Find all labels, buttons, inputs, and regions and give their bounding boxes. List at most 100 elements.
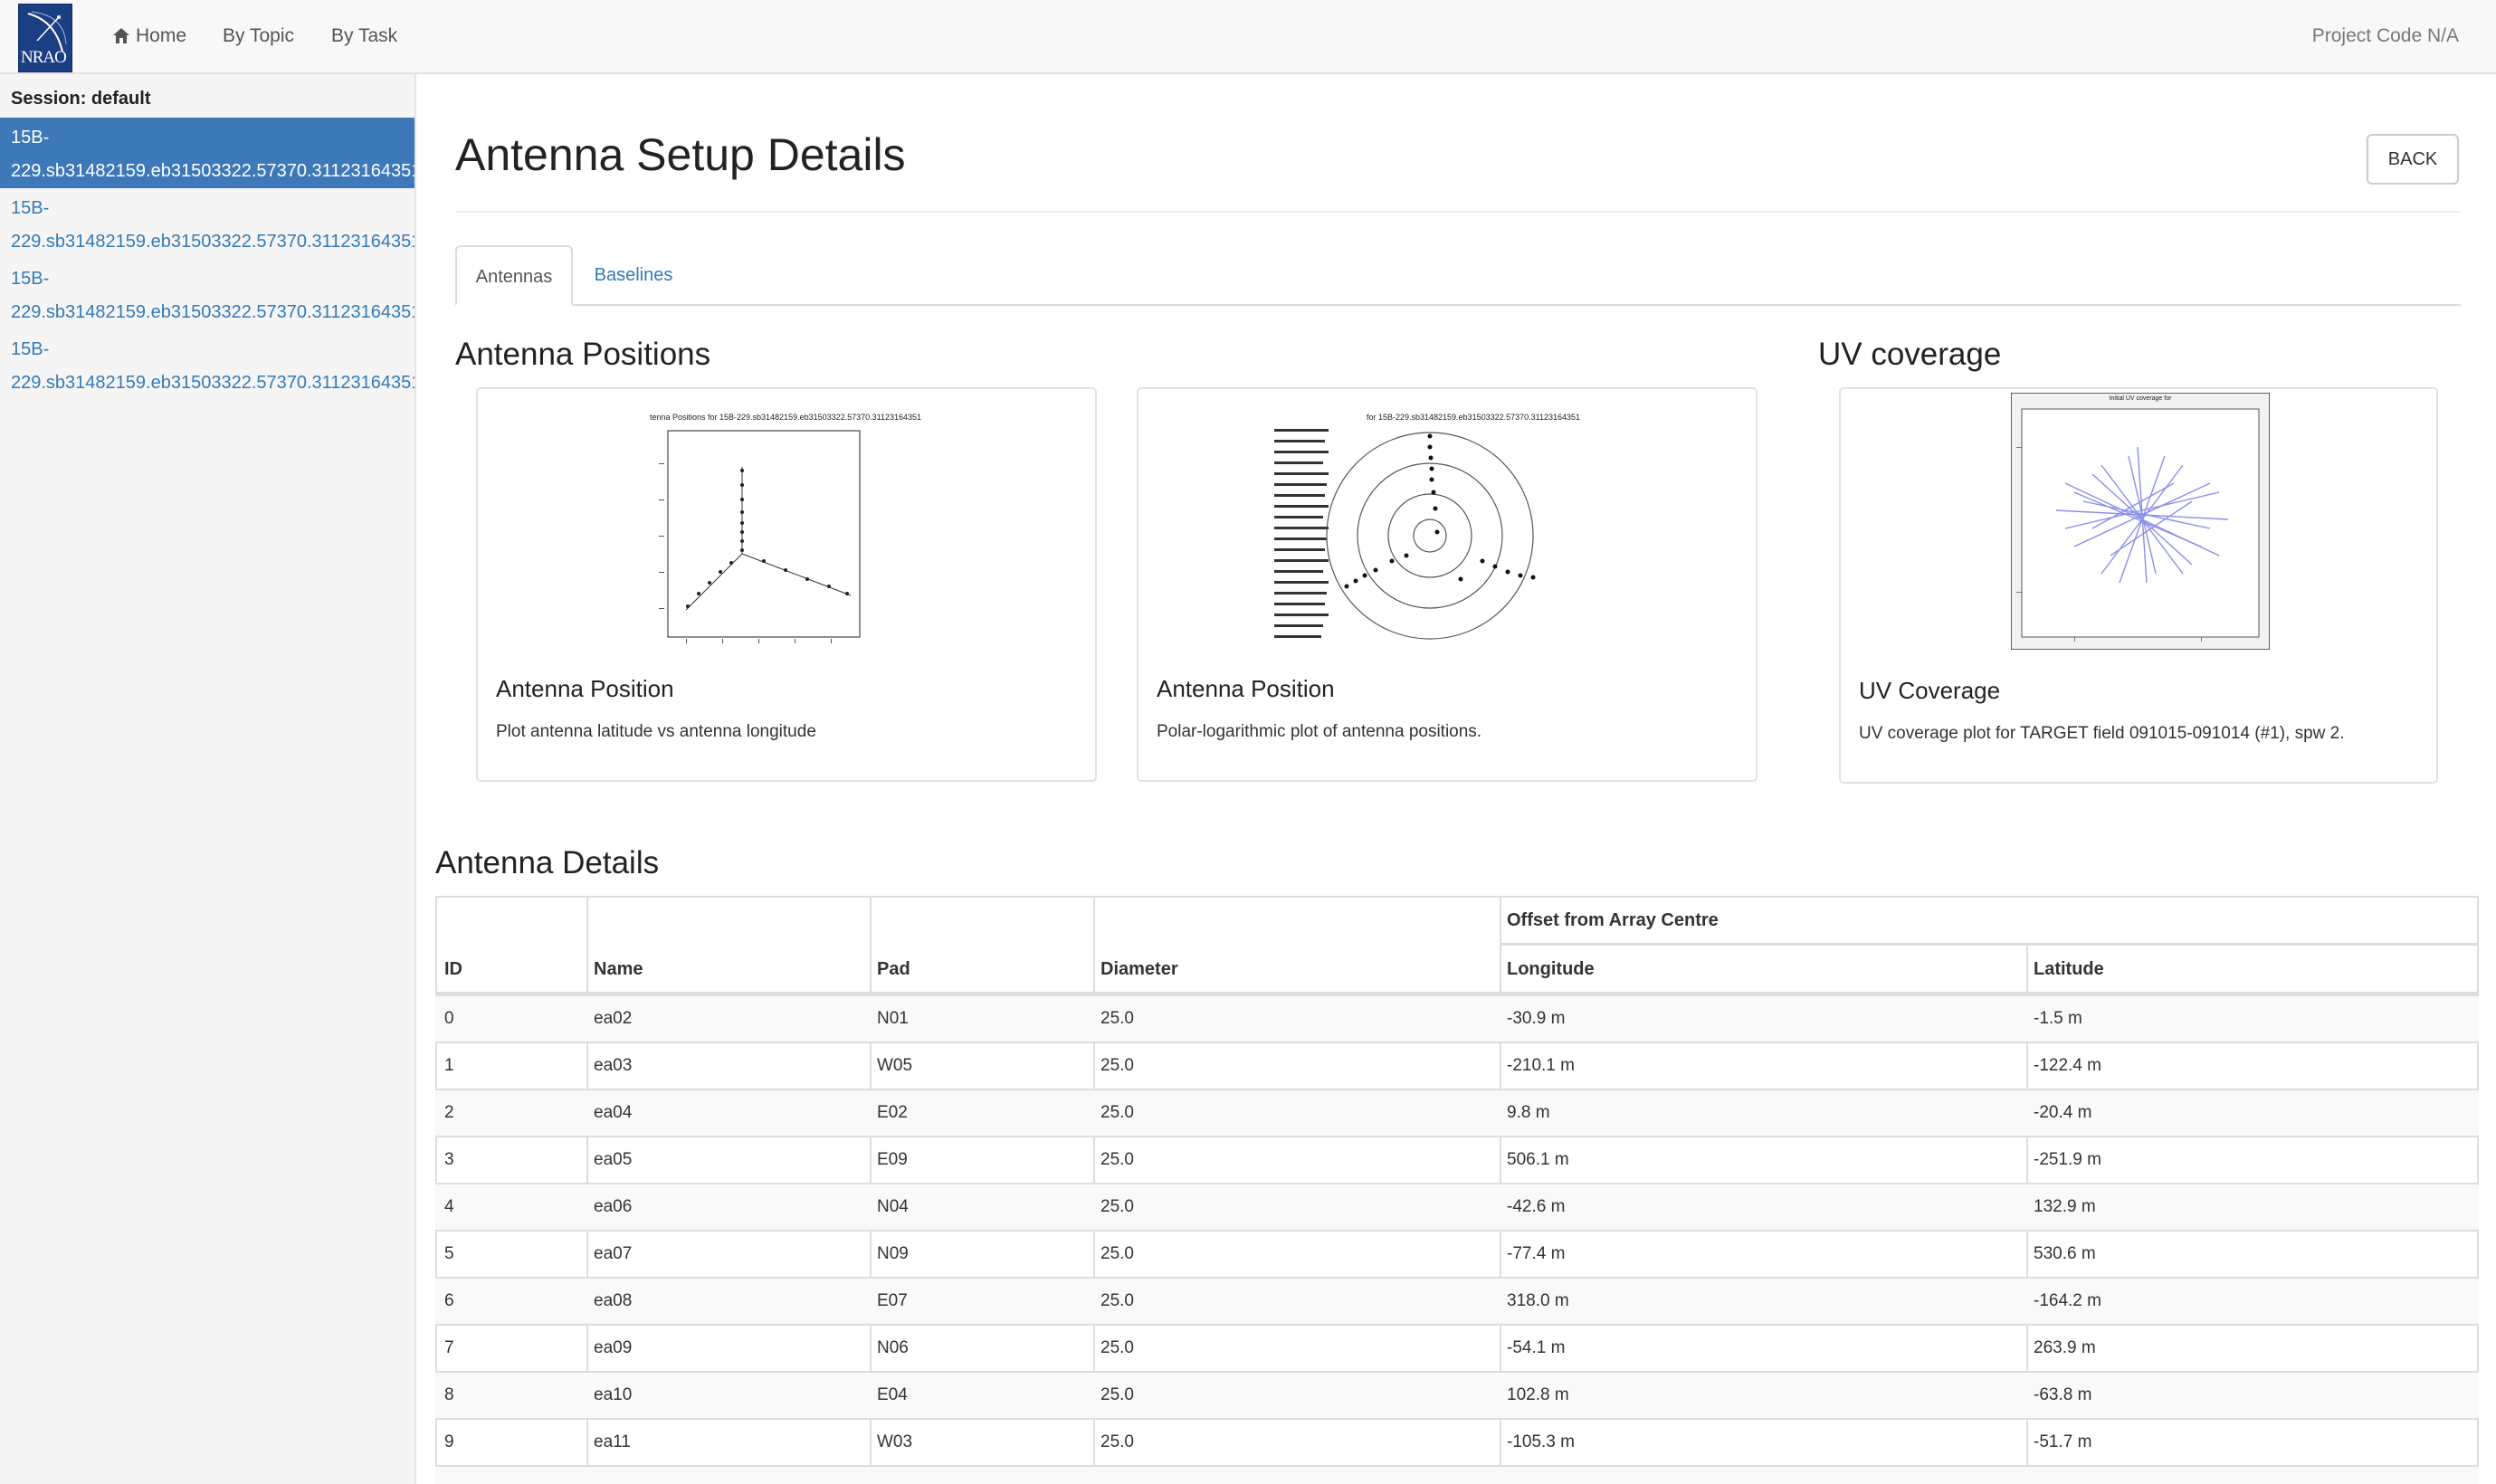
cell-name: ea05: [594, 1150, 633, 1169]
cell-name: ea03: [594, 1056, 633, 1075]
cell-diameter: 25.0: [1100, 1009, 1134, 1028]
cell-name: ea08: [594, 1291, 633, 1310]
cell-diameter: 25.0: [1100, 1338, 1134, 1357]
cell-diameter: 25.0: [1100, 1056, 1134, 1075]
card-description: Polar-logarithmic plot of antenna positi…: [1157, 722, 1482, 741]
cell-name: ea07: [594, 1244, 633, 1263]
sidebar-item-session-4[interactable]: 15B- 229.sb31482159.eb31503322.57370.311…: [0, 329, 414, 400]
column-header-latitude[interactable]: Latitude: [2034, 959, 2104, 980]
cell-longitude: 102.8 m: [1507, 1385, 1569, 1404]
cell-id: 6: [444, 1291, 454, 1310]
antenna-polar-card[interactable]: for 15B-229.sb31482159.eb31503322.57370.…: [1137, 387, 1758, 782]
sidebar-item-line1: 15B-: [11, 269, 50, 289]
column-header-diameter[interactable]: Diameter: [1100, 959, 1178, 980]
table-row: 6 ea08 E07 25.0 318.0 m -164.2 m: [435, 1277, 2479, 1324]
antenna-positions-heading: Antenna Positions: [455, 337, 711, 372]
sidebar-item-line2: 229.sb31482159.eb31503322.57370.31123164…: [11, 302, 414, 322]
sidebar-item-session-1[interactable]: 15B- 229.sb31482159.eb31503322.57370.311…: [0, 118, 414, 188]
nav-home-label: Home: [136, 25, 187, 46]
cell-latitude: -20.4 m: [2034, 1103, 2092, 1122]
cell-diameter: 25.0: [1100, 1385, 1134, 1404]
home-icon: [113, 28, 129, 43]
cell-pad: E09: [877, 1150, 908, 1169]
tab-baselines[interactable]: Baselines: [579, 245, 688, 306]
column-header-name[interactable]: Name: [594, 959, 643, 980]
cell-longitude: 318.0 m: [1507, 1291, 1569, 1310]
sidebar-item-line2: 229.sb31482159.eb31503322.57370.31123164…: [11, 232, 414, 252]
antenna-details-heading: Antenna Details: [435, 845, 660, 880]
cell-diameter: 25.0: [1100, 1150, 1134, 1169]
cell-latitude: -51.7 m: [2034, 1432, 2092, 1451]
cell-name: ea06: [594, 1197, 633, 1216]
cell-diameter: 25.0: [1100, 1103, 1134, 1122]
cell-diameter: 25.0: [1100, 1432, 1134, 1451]
table-row: 7 ea09 N06 25.0 -54.1 m 263.9 m: [435, 1324, 2479, 1371]
card-title: Antenna Position: [1157, 675, 1335, 702]
table-row: 8 ea10 E04 25.0 102.8 m -63.8 m: [435, 1371, 2479, 1418]
card-description: Plot antenna latitude vs antenna longitu…: [496, 722, 816, 741]
cell-id: 8: [444, 1385, 454, 1404]
table-row: 5 ea07 N09 25.0 -77.4 m 530.6 m: [435, 1230, 2479, 1277]
cell-pad: E04: [877, 1385, 908, 1404]
table-row: 9 ea11 W03 25.0 -105.3 m -51.7 m: [435, 1418, 2479, 1465]
card-description: UV coverage plot for TARGET field 091015…: [1859, 724, 2345, 743]
nrao-logo[interactable]: NRAO: [18, 4, 72, 72]
cell-longitude: -210.1 m: [1507, 1056, 1575, 1075]
back-button[interactable]: BACK: [2367, 134, 2459, 185]
cell-name: ea04: [594, 1103, 633, 1122]
cell-latitude: -1.5 m: [2034, 1009, 2082, 1028]
sidebar-item-line1: 15B-: [11, 339, 50, 359]
plot-caption: Initial UV coverage for: [2110, 395, 2173, 402]
cell-id: 7: [444, 1338, 454, 1357]
cell-longitude: -77.4 m: [1507, 1244, 1566, 1263]
column-header-id[interactable]: ID: [444, 959, 462, 980]
uv-coverage-card[interactable]: Initial UV coverage for UV Coverage UV c…: [1839, 387, 2438, 784]
cell-latitude: 132.9 m: [2034, 1197, 2096, 1216]
cell-id: 0: [444, 1009, 454, 1028]
cell-diameter: 25.0: [1100, 1197, 1134, 1216]
cell-name: ea02: [594, 1009, 633, 1028]
cell-diameter: 25.0: [1100, 1244, 1134, 1263]
cell-longitude: 9.8 m: [1507, 1103, 1550, 1122]
cell-pad: N01: [877, 1009, 909, 1028]
antenna-position-plot-thumbnail[interactable]: tenna Positions for 15B-229.sb31482159.e…: [605, 409, 967, 653]
sidebar-item-line2: 229.sb31482159.eb31503322.57370.31123164…: [11, 161, 414, 181]
column-header-longitude[interactable]: Longitude: [1507, 959, 1595, 980]
nav-by-task[interactable]: By Task: [331, 0, 397, 72]
table-row: 1 ea03 W05 25.0 -210.1 m -122.4 m: [435, 1042, 2479, 1089]
antenna-polar-plot-thumbnail[interactable]: for 15B-229.sb31482159.eb31503322.57370.…: [1274, 409, 1636, 653]
sidebar-item-line1: 15B-: [11, 128, 50, 147]
sidebar: Session: default 15B- 229.sb31482159.eb3…: [0, 74, 416, 1484]
cell-pad: N09: [877, 1244, 909, 1263]
cell-pad: E07: [877, 1291, 908, 1310]
cell-id: 5: [444, 1244, 454, 1263]
table-row: 3 ea05 E09 25.0 506.1 m -251.9 m: [435, 1136, 2479, 1183]
uv-coverage-heading: UV coverage: [1818, 337, 2002, 372]
session-title: Session: default: [11, 89, 151, 109]
top-navbar: NRAO Home By Topic By Task Project Code …: [0, 0, 2496, 74]
cell-pad: W03: [877, 1432, 913, 1451]
plot-caption: tenna Positions for 15B-229.sb31482159.e…: [650, 413, 921, 422]
tab-antennas[interactable]: Antennas: [455, 245, 573, 306]
sidebar-item-line1: 15B-: [11, 198, 50, 218]
plot-caption: for 15B-229.sb31482159.eb31503322.57370.…: [1367, 413, 1580, 422]
cell-pad: E02: [877, 1103, 908, 1122]
table-row: [435, 1465, 2479, 1484]
nav-by-topic[interactable]: By Topic: [223, 0, 294, 72]
nav-home[interactable]: Home: [112, 0, 186, 72]
cell-longitude: -42.6 m: [1507, 1197, 1566, 1216]
card-title: Antenna Position: [496, 675, 674, 702]
cell-pad: N04: [877, 1197, 909, 1216]
plot-frame: [667, 430, 861, 638]
title-divider: [455, 211, 2461, 213]
cell-id: 2: [444, 1103, 454, 1122]
uv-coverage-plot-thumbnail[interactable]: Initial UV coverage for: [2011, 393, 2270, 650]
cell-longitude: -105.3 m: [1507, 1432, 1575, 1451]
column-header-pad[interactable]: Pad: [877, 959, 910, 980]
cell-pad: N06: [877, 1338, 909, 1357]
sidebar-item-session-3[interactable]: 15B- 229.sb31482159.eb31503322.57370.311…: [0, 259, 414, 329]
cell-id: 3: [444, 1150, 454, 1169]
sidebar-item-session-2[interactable]: 15B- 229.sb31482159.eb31503322.57370.311…: [0, 188, 414, 259]
card-title: UV Coverage: [1859, 677, 2001, 704]
antenna-position-card[interactable]: tenna Positions for 15B-229.sb31482159.e…: [476, 387, 1097, 782]
